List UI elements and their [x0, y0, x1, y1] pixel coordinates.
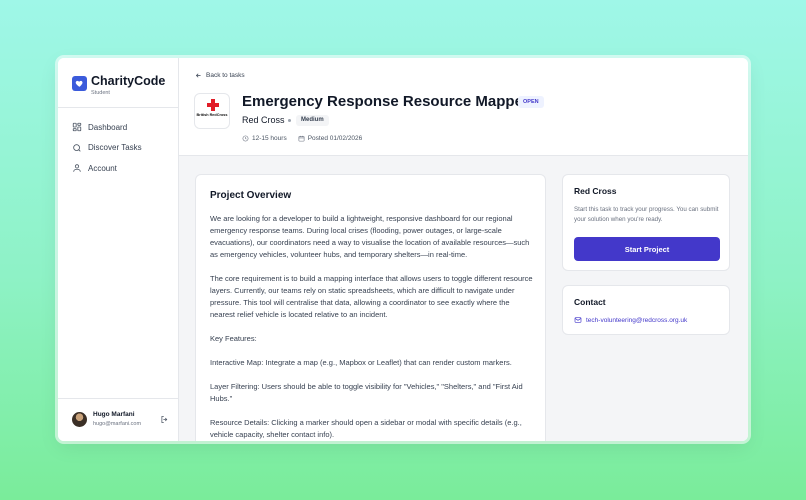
- overview-title: Project Overview: [210, 190, 292, 201]
- calendar-icon: [298, 135, 305, 142]
- app-window: CharityCode Student Dashboard Discover T…: [58, 58, 748, 441]
- sidebar-item-label: Discover Tasks: [88, 143, 142, 152]
- sidebar: CharityCode Student Dashboard Discover T…: [58, 58, 179, 441]
- task-card-title: Red Cross: [574, 186, 617, 196]
- task-header: Back to tasks British RedCross Emergency…: [179, 58, 748, 156]
- sidebar-divider: [58, 107, 178, 108]
- contact-card: Contact tech-volunteering@redcross.org.u…: [562, 285, 730, 335]
- overview-paragraph: The core requirement is to build a mappi…: [210, 274, 533, 319]
- org-name: Red Cross: [242, 115, 285, 125]
- page-title: Emergency Response Resource Mapper: [242, 93, 529, 110]
- dashboard-icon: [72, 122, 82, 132]
- org-logo: British RedCross: [194, 93, 230, 129]
- brand[interactable]: CharityCode Student: [72, 74, 177, 104]
- sidebar-item-account[interactable]: Account: [72, 158, 172, 178]
- start-task-card: Red Cross Start this task to track your …: [562, 174, 730, 271]
- user-profile: Hugo Marfani hugo@marfani.com: [72, 411, 172, 429]
- contact-email: tech-volunteering@redcross.org.uk: [586, 316, 688, 324]
- sidebar-nav: Dashboard Discover Tasks Account: [72, 117, 172, 179]
- contact-title: Contact: [574, 297, 606, 307]
- user-name: Hugo Marfani: [93, 411, 135, 418]
- brand-subtitle: Student: [91, 90, 110, 96]
- heart-logo-icon: [72, 76, 87, 91]
- separator-dot: [288, 119, 291, 122]
- overview-paragraph: Key Features:: [210, 334, 257, 343]
- duration-text: 12-15 hours: [252, 135, 287, 142]
- overview-paragraph: Resource Details: Clicking a marker shou…: [210, 418, 522, 439]
- red-cross-icon: [207, 99, 219, 111]
- user-icon: [73, 164, 81, 172]
- project-overview-card: Project Overview We are looking for a de…: [195, 174, 546, 441]
- back-to-tasks-link[interactable]: Back to tasks: [195, 72, 245, 79]
- sidebar-item-dashboard[interactable]: Dashboard: [72, 117, 172, 137]
- sidebar-item-label: Account: [88, 163, 117, 173]
- logout-icon[interactable]: [160, 415, 169, 424]
- task-meta: 12-15 hours Posted 01/02/2026: [242, 135, 362, 142]
- back-label: Back to tasks: [206, 72, 245, 79]
- sidebar-item-label: Dashboard: [88, 122, 128, 132]
- mail-icon: [574, 317, 582, 323]
- user-divider: [58, 398, 178, 399]
- status-badge: OPEN: [518, 96, 544, 108]
- arrow-left-icon: [195, 73, 201, 78]
- difficulty-badge: Medium: [296, 115, 329, 126]
- task-card-text: Start this task to track your progress. …: [574, 206, 719, 223]
- avatar[interactable]: [72, 412, 87, 427]
- overview-paragraph: Layer Filtering: Users should be able to…: [210, 382, 523, 403]
- start-project-button[interactable]: Start Project: [574, 237, 720, 261]
- contact-email-link[interactable]: tech-volunteering@redcross.org.uk: [574, 316, 687, 324]
- org-logo-text: British RedCross: [196, 113, 228, 117]
- user-email: hugo@marfani.com: [93, 421, 142, 427]
- main-content: Project Overview We are looking for a de…: [179, 156, 748, 441]
- clock-icon: [242, 135, 249, 142]
- overview-body: We are looking for a developer to build …: [210, 213, 535, 441]
- brand-name: CharityCode: [91, 74, 166, 88]
- overview-paragraph: We are looking for a developer to build …: [210, 214, 530, 259]
- overview-paragraph: Interactive Map: Integrate a map (e.g., …: [210, 358, 512, 367]
- posted-date: Posted 01/02/2026: [307, 135, 363, 142]
- sidebar-item-discover-tasks[interactable]: Discover Tasks: [72, 138, 172, 158]
- search-icon: [73, 143, 81, 152]
